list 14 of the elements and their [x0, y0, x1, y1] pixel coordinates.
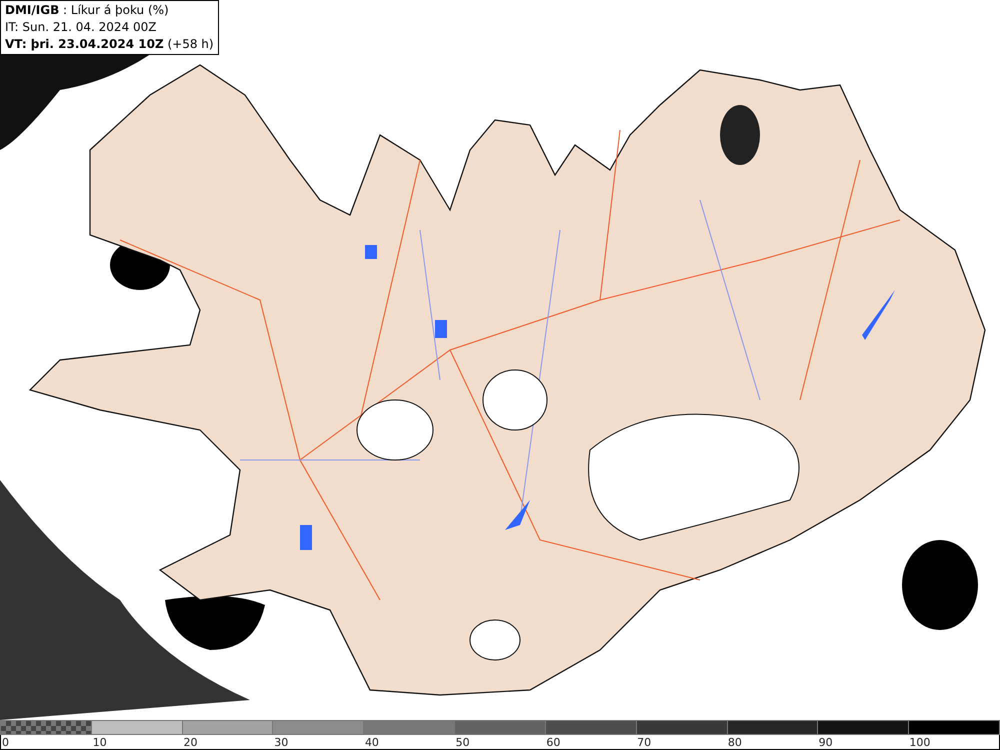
legend-tick-label: 0	[2, 736, 9, 749]
legend-tick-label: 40	[364, 736, 379, 749]
legend-tick-label: 60	[546, 736, 560, 749]
legend-tick-label: 20	[183, 736, 198, 749]
legend-tick-label: 30	[274, 736, 288, 749]
legend-tick-label: 80	[728, 736, 742, 749]
header-text: VT: þri. 23.04.2024 10Z (+58 h)	[5, 36, 214, 53]
legend-tick-label: 50	[456, 736, 470, 749]
legend-tick-label: 70	[637, 736, 652, 749]
legend-tick-label: 10	[92, 736, 107, 749]
legend-tick-label: 100	[909, 736, 930, 749]
header-text: IT: Sun. 21. 04. 2024 00Z	[5, 19, 158, 36]
header-text: DMI/IGB : Líkur á þoku (%)	[5, 2, 170, 19]
legend-tick-label: 90	[818, 736, 833, 749]
